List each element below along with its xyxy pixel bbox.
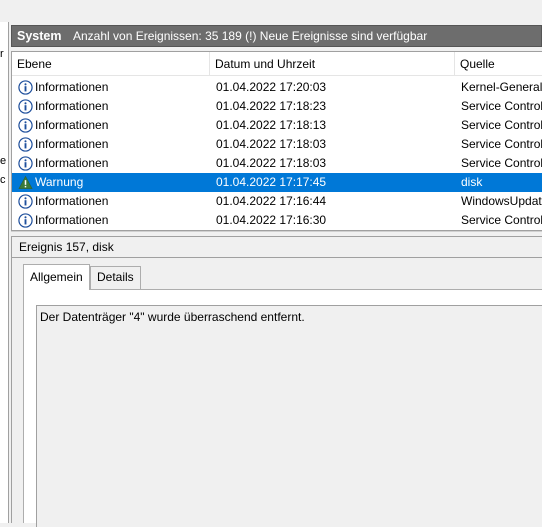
column-header-level[interactable]: Ebene [12, 52, 210, 76]
event-row[interactable]: Informationen 01.04.2022 17:18:03 Service … [12, 135, 542, 154]
event-level-text: Informationen [35, 99, 109, 113]
event-datetime-cell: 01.04.2022 17:18:23 [216, 99, 327, 113]
event-count-label: Anzahl von Ereignissen: 35 189 (!) Neue … [73, 29, 428, 43]
info-icon [18, 213, 35, 228]
event-source-cell: Kernel-General [461, 80, 542, 94]
event-list-header: Ebene Datum und Uhrzeit Quelle [12, 52, 542, 76]
truncated-text-fragment: r [0, 48, 4, 60]
event-level-cell: Warnung [18, 173, 213, 192]
event-level-cell: Informationen [18, 192, 213, 211]
event-source-cell: Service Control [461, 99, 542, 113]
info-icon [18, 99, 35, 114]
event-row[interactable]: Informationen 01.04.2022 17:18:03 Service … [12, 154, 542, 173]
event-level-text: Informationen [35, 194, 109, 208]
event-level-cell: Informationen [18, 116, 213, 135]
column-header-datetime[interactable]: Datum und Uhrzeit [210, 52, 455, 76]
event-detail-title: Ereignis 157, disk [11, 236, 542, 258]
event-source-cell: WindowsUpdat [461, 194, 542, 208]
event-datetime-cell: 01.04.2022 17:16:30 [216, 213, 327, 227]
event-level-text: Informationen [35, 118, 109, 132]
truncated-text-fragment: c [0, 174, 6, 186]
event-level-text: Informationen [35, 156, 109, 170]
event-level-text: Informationen [35, 80, 109, 94]
info-icon [18, 80, 35, 95]
event-level-cell: Informationen [18, 135, 213, 154]
event-datetime-cell: 01.04.2022 17:20:03 [216, 80, 327, 94]
event-level-cell: Informationen [18, 97, 213, 116]
info-icon [18, 194, 35, 209]
warning-icon [18, 175, 35, 190]
tab-general-body: Der Datenträger "4" wurde überraschend e… [23, 289, 542, 527]
event-source-cell: disk [461, 175, 483, 189]
event-level-cell: Informationen [18, 154, 213, 173]
info-icon [18, 156, 35, 171]
event-datetime-cell: 01.04.2022 17:18:03 [216, 156, 327, 170]
log-name: System [17, 29, 62, 43]
top-bar [0, 0, 542, 22]
info-icon [18, 118, 35, 133]
event-source-cell: Service Control [461, 137, 542, 151]
event-level-text: Informationen [35, 213, 109, 227]
event-message[interactable]: Der Datenträger "4" wurde überraschend e… [36, 305, 542, 527]
event-row[interactable]: Informationen 01.04.2022 17:16:44 WindowsU… [12, 192, 542, 211]
info-icon [18, 137, 35, 152]
event-level-text: Informationen [35, 137, 109, 151]
truncated-text-fragment: e [0, 155, 7, 167]
event-level-text: Warnung [35, 175, 84, 189]
event-row[interactable]: Informationen 01.04.2022 17:18:23 Service … [12, 97, 542, 116]
event-datetime-cell: 01.04.2022 17:17:45 [216, 175, 327, 189]
event-level-cell: Informationen [18, 78, 213, 97]
event-detail-pane: Allgemein Details Der Datenträger "4" wu… [11, 258, 542, 527]
column-header-source[interactable]: Quelle [455, 52, 542, 76]
event-row[interactable]: Informationen 01.04.2022 17:18:13 Service … [12, 116, 542, 135]
log-panel-header: System Anzahl von Ereignissen: 35 189 (!… [11, 25, 542, 47]
event-source-cell: Service Control [461, 213, 542, 227]
event-datetime-cell: 01.04.2022 17:18:13 [216, 118, 327, 132]
event-source-cell: Service Control [461, 156, 542, 170]
event-row[interactable]: Informationen 01.04.2022 17:20:03 Kernel-G… [12, 78, 542, 97]
event-datetime-cell: 01.04.2022 17:18:03 [216, 137, 327, 151]
event-source-cell: Service Control [461, 118, 542, 132]
event-row[interactable]: Warnung 01.04.2022 17:17:45 disk [12, 173, 542, 192]
navigation-pane-edge: r e c [0, 22, 9, 523]
event-list[interactable]: Ebene Datum und Uhrzeit Quelle Informati… [11, 51, 542, 231]
event-level-cell: Informationen [18, 211, 213, 230]
tab-general[interactable]: Allgemein [23, 264, 90, 290]
event-row[interactable]: Informationen 01.04.2022 17:16:30 Service … [12, 211, 542, 230]
tab-details[interactable]: Details [90, 266, 141, 289]
event-datetime-cell: 01.04.2022 17:16:44 [216, 194, 327, 208]
